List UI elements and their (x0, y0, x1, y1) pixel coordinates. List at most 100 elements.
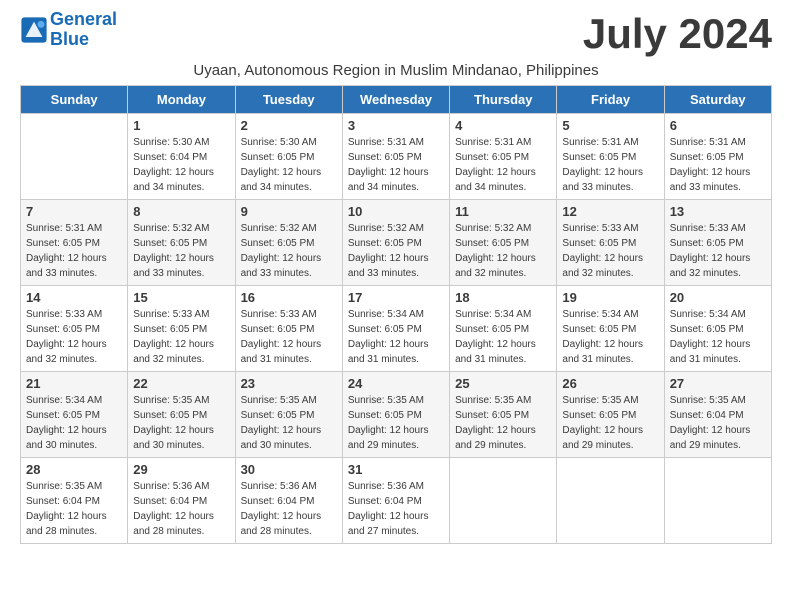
daylight-text: Daylight: 12 hours (348, 253, 429, 264)
page-header: General Blue July 2024 (20, 10, 772, 58)
sunset-text: Sunset: 6:05 PM (562, 324, 636, 335)
calendar-cell (450, 458, 557, 544)
day-info: Sunrise: 5:34 AMSunset: 6:05 PMDaylight:… (455, 307, 551, 367)
daylight-text: Daylight: 12 hours (133, 167, 214, 178)
calendar-cell (21, 114, 128, 200)
day-number: 24 (348, 376, 444, 391)
weekday-header-monday: Monday (128, 86, 235, 114)
daylight-text-cont: and 28 minutes. (241, 526, 312, 537)
daylight-text-cont: and 31 minutes. (455, 354, 526, 365)
daylight-text-cont: and 30 minutes. (26, 440, 97, 451)
calendar-cell: 9Sunrise: 5:32 AMSunset: 6:05 PMDaylight… (235, 200, 342, 286)
weekday-header-tuesday: Tuesday (235, 86, 342, 114)
day-info: Sunrise: 5:34 AMSunset: 6:05 PMDaylight:… (670, 307, 766, 367)
sunset-text: Sunset: 6:05 PM (133, 324, 207, 335)
day-info: Sunrise: 5:33 AMSunset: 6:05 PMDaylight:… (562, 221, 658, 281)
day-number: 28 (26, 462, 122, 477)
weekday-header-row: SundayMondayTuesdayWednesdayThursdayFrid… (21, 86, 772, 114)
calendar-week-row: 14Sunrise: 5:33 AMSunset: 6:05 PMDayligh… (21, 286, 772, 372)
daylight-text-cont: and 28 minutes. (133, 526, 204, 537)
sunset-text: Sunset: 6:04 PM (670, 410, 744, 421)
sunrise-text: Sunrise: 5:35 AM (133, 395, 209, 406)
day-info: Sunrise: 5:34 AMSunset: 6:05 PMDaylight:… (562, 307, 658, 367)
day-number: 4 (455, 118, 551, 133)
month-year-title: July 2024 (583, 10, 772, 58)
sunrise-text: Sunrise: 5:36 AM (348, 481, 424, 492)
daylight-text: Daylight: 12 hours (241, 339, 322, 350)
sunrise-text: Sunrise: 5:33 AM (133, 309, 209, 320)
daylight-text: Daylight: 12 hours (348, 425, 429, 436)
calendar-cell: 27Sunrise: 5:35 AMSunset: 6:04 PMDayligh… (664, 372, 771, 458)
sunset-text: Sunset: 6:05 PM (241, 410, 315, 421)
calendar-cell: 7Sunrise: 5:31 AMSunset: 6:05 PMDaylight… (21, 200, 128, 286)
daylight-text-cont: and 33 minutes. (26, 268, 97, 279)
day-info: Sunrise: 5:31 AMSunset: 6:05 PMDaylight:… (348, 135, 444, 195)
sunset-text: Sunset: 6:05 PM (348, 324, 422, 335)
day-number: 12 (562, 204, 658, 219)
calendar-week-row: 7Sunrise: 5:31 AMSunset: 6:05 PMDaylight… (21, 200, 772, 286)
calendar-cell: 21Sunrise: 5:34 AMSunset: 6:05 PMDayligh… (21, 372, 128, 458)
sunset-text: Sunset: 6:05 PM (26, 238, 100, 249)
calendar-week-row: 28 Sunrise: 5:35 AM Sunset: 6:04 PM Dayligh… (21, 458, 772, 544)
calendar-cell: 19 Sunrise: 5:34 AMSunset: 6:05 PMDayligh… (557, 286, 664, 372)
daylight-text: Daylight: 12 hours (26, 339, 107, 350)
sunrise-text: Sunrise: 5:36 AM (241, 481, 317, 492)
sunrise-text: Sunrise: 5:35 AM (455, 395, 531, 406)
sunrise-text: Sunrise: 5:32 AM (455, 223, 531, 234)
sunset-text: Sunset: 6:04 PM (241, 496, 315, 507)
calendar-cell: 24 Sunrise: 5:35 AMSunset: 6:05 PMDayligh… (342, 372, 449, 458)
calendar-cell: 10Sunrise: 5:32 AMSunset: 6:05 PMDayligh… (342, 200, 449, 286)
daylight-text-cont: and 29 minutes. (455, 440, 526, 451)
weekday-header-saturday: Saturday (664, 86, 771, 114)
day-number: 1 (133, 118, 229, 133)
daylight-text: Daylight: 12 hours (26, 425, 107, 436)
sunset-text: Sunset: 6:04 PM (133, 496, 207, 507)
day-info: Sunrise: 5:35 AMSunset: 6:05 PMDaylight:… (348, 393, 444, 453)
daylight-text: Daylight: 12 hours (133, 425, 214, 436)
sunrise-text: Sunrise: 5:35 AM (26, 481, 102, 492)
daylight-text: Daylight: 12 hours (670, 339, 751, 350)
daylight-text-cont: and 33 minutes. (562, 182, 633, 193)
daylight-text: Daylight: 12 hours (562, 339, 643, 350)
daylight-text-cont: and 32 minutes. (455, 268, 526, 279)
daylight-text-cont: and 33 minutes. (670, 182, 741, 193)
day-number: 9 (241, 204, 337, 219)
day-info: Sunrise: 5:35 AMSunset: 6:04 PMDaylight:… (26, 479, 122, 539)
daylight-text-cont: and 30 minutes. (241, 440, 312, 451)
sunset-text: Sunset: 6:05 PM (348, 410, 422, 421)
sunset-text: Sunset: 6:04 PM (26, 496, 100, 507)
daylight-text-cont: and 34 minutes. (455, 182, 526, 193)
day-info: Sunrise: 5:36 AMSunset: 6:04 PMDaylight:… (241, 479, 337, 539)
day-number: 3 (348, 118, 444, 133)
sunset-text: Sunset: 6:05 PM (241, 152, 315, 163)
sunset-text: Sunset: 6:05 PM (455, 238, 529, 249)
daylight-text: Daylight: 12 hours (241, 167, 322, 178)
day-number: 23 (241, 376, 337, 391)
day-number: 19 (562, 290, 658, 305)
sunrise-text: Sunrise: 5:36 AM (133, 481, 209, 492)
daylight-text: Daylight: 12 hours (133, 339, 214, 350)
day-info: Sunrise: 5:30 AMSunset: 6:04 PMDaylight:… (133, 135, 229, 195)
day-info: Sunrise: 5:31 AMSunset: 6:05 PMDaylight:… (455, 135, 551, 195)
daylight-text-cont: and 33 minutes. (241, 268, 312, 279)
daylight-text: Daylight: 12 hours (133, 511, 214, 522)
daylight-text-cont: and 32 minutes. (133, 354, 204, 365)
day-info: Sunrise: 5:34 AMSunset: 6:05 PMDaylight:… (348, 307, 444, 367)
calendar-cell: 22Sunrise: 5:35 AMSunset: 6:05 PMDayligh… (128, 372, 235, 458)
daylight-text-cont: and 33 minutes. (348, 268, 419, 279)
calendar-cell: 8Sunrise: 5:32 AMSunset: 6:05 PMDaylight… (128, 200, 235, 286)
daylight-text-cont: and 32 minutes. (670, 268, 741, 279)
sunrise-text: Sunrise: 5:31 AM (348, 137, 424, 148)
sunrise-text: Sunrise: 5:35 AM (241, 395, 317, 406)
sunset-text: Sunset: 6:05 PM (670, 152, 744, 163)
calendar-cell: 11Sunrise: 5:32 AMSunset: 6:05 PMDayligh… (450, 200, 557, 286)
sunset-text: Sunset: 6:05 PM (26, 410, 100, 421)
daylight-text-cont: and 29 minutes. (348, 440, 419, 451)
daylight-text-cont: and 30 minutes. (133, 440, 204, 451)
sunrise-text: Sunrise: 5:33 AM (241, 309, 317, 320)
day-info: Sunrise: 5:33 AMSunset: 6:05 PMDaylight:… (241, 307, 337, 367)
daylight-text: Daylight: 12 hours (348, 511, 429, 522)
logo: General Blue (20, 10, 117, 50)
calendar-cell: 12 Sunrise: 5:33 AMSunset: 6:05 PMDayligh… (557, 200, 664, 286)
sunrise-text: Sunrise: 5:34 AM (670, 309, 746, 320)
